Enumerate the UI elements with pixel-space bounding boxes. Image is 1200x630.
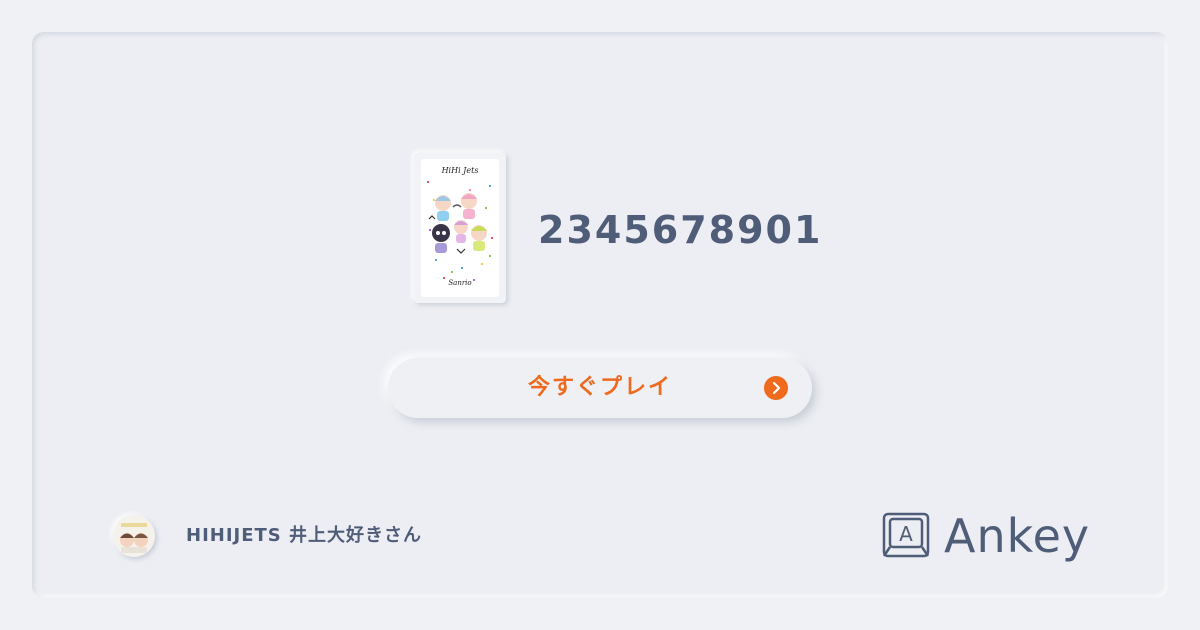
chevron-right-icon	[764, 376, 788, 400]
play-now-button[interactable]: 今すぐプレイ	[388, 358, 812, 418]
card-code: 2345678901	[538, 208, 823, 252]
thumbnail-title: HiHi Jets	[441, 166, 479, 175]
avatar[interactable]	[113, 515, 155, 557]
thumbnail-image: HiHi Jets Sanrio	[421, 159, 499, 297]
brand-name: Ankey	[944, 509, 1091, 563]
play-now-label: 今すぐプレイ	[527, 375, 672, 400]
thumbnail-footer: Sanrio	[448, 279, 471, 287]
card-thumbnail[interactable]: HiHi Jets Sanrio	[414, 153, 506, 303]
ankey-logo-icon: A	[882, 512, 932, 560]
ankey-logo-letter: A	[899, 522, 913, 546]
username[interactable]: HIHIJETS 井上大好きさん	[186, 524, 422, 548]
